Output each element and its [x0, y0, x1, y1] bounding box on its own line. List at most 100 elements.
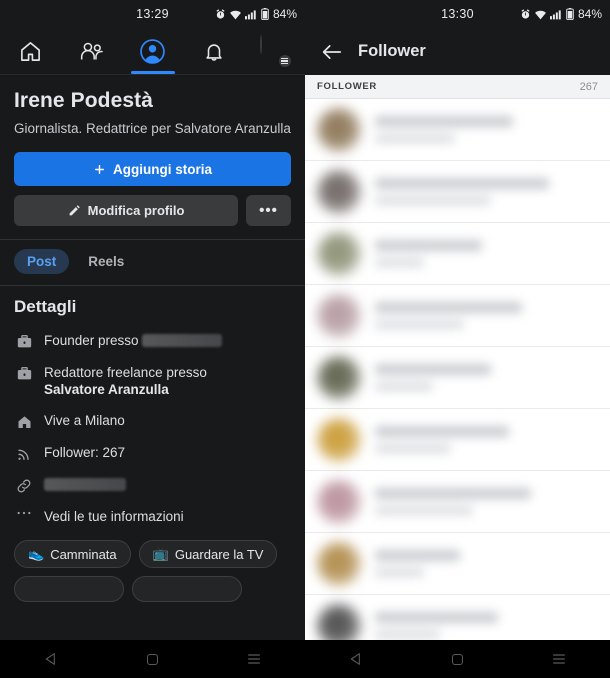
- follower-meta: [375, 364, 598, 391]
- detail-row-editor[interactable]: Redattore freelance presso Salvatore Ara…: [14, 357, 291, 405]
- status-time: 13:29: [136, 7, 169, 21]
- follower-row[interactable]: [305, 161, 610, 223]
- android-recents-button[interactable]: [246, 652, 262, 666]
- follower-page-title: Follower: [358, 42, 426, 60]
- battery-percent: 84%: [577, 7, 602, 21]
- nav-notifications-button[interactable]: [188, 29, 240, 73]
- follower-list[interactable]: [305, 99, 610, 678]
- follower-avatar: [317, 169, 361, 214]
- tv-emoji-icon: 📺: [152, 546, 169, 561]
- detail-text: Follower: 267: [44, 445, 126, 460]
- link-icon: [14, 476, 34, 494]
- detail-row-city[interactable]: Vive a Milano: [14, 405, 291, 437]
- follower-row[interactable]: [305, 409, 610, 471]
- detail-row-followers[interactable]: Follower: 267: [14, 437, 291, 469]
- alarm-icon: [216, 8, 225, 19]
- redacted-link: [44, 478, 126, 491]
- edit-profile-button[interactable]: Modifica profilo: [14, 195, 238, 226]
- follower-name-redacted: [375, 240, 483, 251]
- nav-home-button[interactable]: [5, 29, 57, 73]
- chip-label: Guardare la TV: [174, 546, 264, 562]
- profile-content: Irene Podestà Giornalista. Redattrice pe…: [0, 75, 305, 678]
- rss-icon: [14, 444, 34, 462]
- status-icons: 84%: [520, 7, 602, 21]
- android-home-button[interactable]: [145, 652, 160, 667]
- details-section: Dettagli Founder presso Redattore freela…: [0, 285, 305, 532]
- home-glyph: [18, 416, 30, 428]
- follower-row[interactable]: [305, 285, 610, 347]
- follower-row[interactable]: [305, 471, 610, 533]
- follower-subtitle-redacted: [375, 568, 425, 577]
- follower-meta: [375, 488, 598, 515]
- chip-guardare-la-tv[interactable]: 📺 Guardare la TV: [138, 540, 278, 568]
- follower-avatar: [317, 231, 361, 276]
- follower-subtitle-redacted: [375, 630, 440, 639]
- follower-subtitle-redacted: [375, 134, 456, 143]
- wifi-icon: [535, 10, 546, 19]
- android-back-button[interactable]: [43, 651, 59, 667]
- follower-list-panel: 13:30 84% Follower FOLLOWER 267: [305, 0, 610, 678]
- follower-avatar: [317, 107, 361, 152]
- detail-row-founder[interactable]: Founder presso: [14, 325, 291, 357]
- briefcase-glyph: [17, 335, 31, 348]
- tab-reels[interactable]: Reels: [75, 249, 137, 274]
- tab-post[interactable]: Post: [14, 249, 70, 274]
- wifi-icon: [230, 10, 241, 19]
- briefcase-glyph: [17, 367, 31, 380]
- edit-profile-label: Modifica profilo: [87, 203, 185, 218]
- follower-meta: [375, 550, 598, 577]
- detail-employer: Salvatore Aranzulla: [44, 382, 169, 397]
- battery-percent: 84%: [272, 7, 297, 21]
- friends-icon: [80, 42, 103, 60]
- follower-row[interactable]: [305, 347, 610, 409]
- follower-row[interactable]: [305, 99, 610, 161]
- follower-subtitle-redacted: [375, 258, 425, 267]
- follower-row[interactable]: [305, 533, 610, 595]
- follower-name-redacted: [375, 426, 509, 437]
- details-title: Dettagli: [14, 297, 77, 316]
- home-icon: [14, 412, 34, 430]
- nav-menu-avatar-button[interactable]: [249, 29, 301, 73]
- chip-partial-2[interactable]: [132, 576, 242, 602]
- follower-meta: [375, 240, 598, 267]
- home-icon: [21, 41, 40, 61]
- hamburger-menu-icon: [277, 54, 292, 68]
- add-story-label: Aggiungi storia: [113, 161, 212, 177]
- chip-camminata[interactable]: 👟 Camminata: [14, 540, 131, 568]
- content-tabs: Post Reels: [0, 240, 305, 285]
- briefcase-icon: [14, 332, 34, 350]
- chip-partial-1[interactable]: [14, 576, 124, 602]
- follower-row[interactable]: [305, 223, 610, 285]
- notifications-icon: [205, 43, 222, 61]
- pencil-icon: [69, 205, 80, 216]
- alarm-icon: [521, 8, 530, 19]
- add-story-button[interactable]: Aggiungi storia: [14, 152, 291, 186]
- avatar-image: [259, 35, 262, 54]
- nav-profile-button[interactable]: [127, 29, 179, 74]
- follower-count: 267: [579, 80, 598, 93]
- follower-subtitle-redacted: [375, 444, 451, 453]
- battery-icon: [261, 8, 269, 20]
- hobby-chips: 👟 Camminata 📺 Guardare la TV: [0, 532, 305, 602]
- detail-row-see-info[interactable]: Vedi le tue informazioni: [14, 501, 291, 532]
- left-status-bar: 13:29 84%: [0, 0, 305, 28]
- arrow-left-icon[interactable]: [321, 43, 342, 61]
- plus-icon: [95, 164, 104, 174]
- android-home-button[interactable]: [450, 652, 465, 667]
- android-recents-button[interactable]: [551, 652, 567, 666]
- rss-glyph: [18, 449, 29, 460]
- detail-row-link[interactable]: [14, 469, 291, 501]
- detail-text: Redattore freelance presso: [44, 365, 207, 380]
- more-options-button[interactable]: •••: [246, 195, 291, 226]
- follower-meta: [375, 302, 598, 329]
- follower-subtitle-redacted: [375, 506, 474, 515]
- nav-friends-button[interactable]: [66, 29, 118, 73]
- detail-text: Vive a Milano: [44, 413, 125, 428]
- follower-name-redacted: [375, 550, 460, 561]
- follower-name-redacted: [375, 612, 498, 623]
- chip-label: Camminata: [50, 546, 117, 562]
- android-back-button[interactable]: [348, 651, 364, 667]
- follower-subtitle-redacted: [375, 320, 465, 329]
- follower-subtitle-redacted: [375, 382, 433, 391]
- follower-avatar: [317, 479, 361, 524]
